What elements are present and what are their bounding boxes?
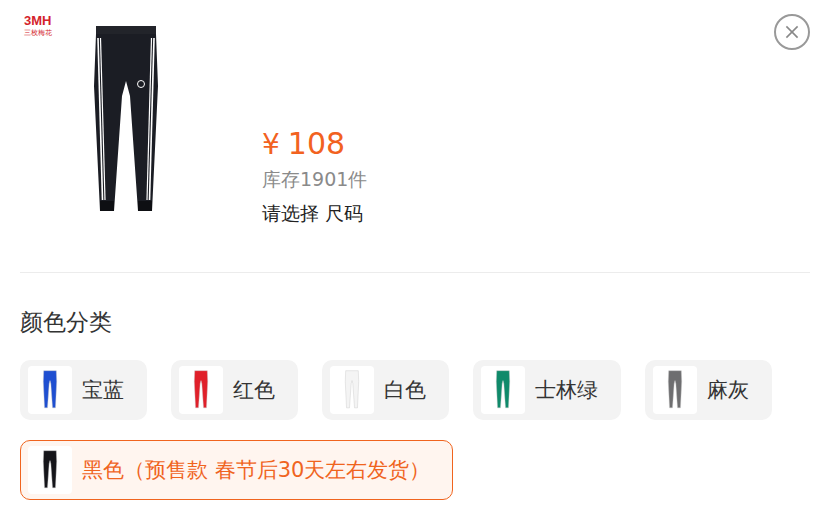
option-thumbnail <box>179 366 223 414</box>
product-info: ¥108 库存1901件请选择 尺码 <box>262 126 367 227</box>
brand-logo-mark: 3MH <box>24 14 51 28</box>
option-label: 麻灰 <box>707 376 749 404</box>
color-option[interactable]: 白色 <box>322 360 449 420</box>
brand-logo-name: 三枚梅花 <box>24 28 52 38</box>
stock: 库存1901件 <box>262 167 367 193</box>
option-thumbnail <box>28 366 72 414</box>
option-label: 士林绿 <box>535 376 598 404</box>
color-option[interactable]: 宝蓝 <box>20 360 147 420</box>
price-value: 108 <box>288 126 345 161</box>
pants-icon <box>494 369 512 411</box>
pants-icon <box>343 369 361 411</box>
product-image-icon <box>86 26 166 226</box>
option-label: 白色 <box>384 376 426 404</box>
color-option[interactable]: 麻灰 <box>645 360 772 420</box>
color-section: 颜色分类宝蓝 红色 白色 士林绿 麻灰黑色（预售款 春节后30天左右发货） <box>0 307 830 500</box>
pants-icon <box>41 449 59 491</box>
sku-sheet: 3MH三枚梅花 ¥108 库存1901件请选择 尺码颜色分类宝蓝 红色 白色 士林绿 麻灰黑… <box>0 0 830 515</box>
option-thumbnail <box>481 366 525 414</box>
brand-logo: 3MH三枚梅花 <box>24 14 76 38</box>
option-thumbnail <box>653 366 697 414</box>
close-icon <box>784 24 800 40</box>
divider <box>20 272 810 273</box>
color-option[interactable]: 黑色（预售款 春节后30天左右发货） <box>20 440 453 500</box>
option-label: 红色 <box>233 376 275 404</box>
option-thumbnail <box>330 366 374 414</box>
select-prompt: 请选择 尺码 <box>262 201 367 227</box>
option-label: 黑色（预售款 春节后30天左右发货） <box>82 456 430 484</box>
pants-icon <box>41 369 59 411</box>
price: ¥108 <box>262 126 367 161</box>
pants-icon <box>666 369 684 411</box>
color-options: 宝蓝 红色 白色 士林绿 麻灰黑色（预售款 春节后30天左右发货） <box>20 360 810 500</box>
option-label: 宝蓝 <box>82 376 124 404</box>
color-option[interactable]: 士林绿 <box>473 360 621 420</box>
option-thumbnail <box>28 446 72 494</box>
price-currency: ¥ <box>262 128 280 161</box>
pants-icon <box>192 369 210 411</box>
section-title: 颜色分类 <box>20 307 810 338</box>
product-header: 3MH三枚梅花 ¥108 库存1901件请选择 尺码 <box>0 0 830 272</box>
close-button[interactable] <box>774 14 810 50</box>
color-option[interactable]: 红色 <box>171 360 298 420</box>
